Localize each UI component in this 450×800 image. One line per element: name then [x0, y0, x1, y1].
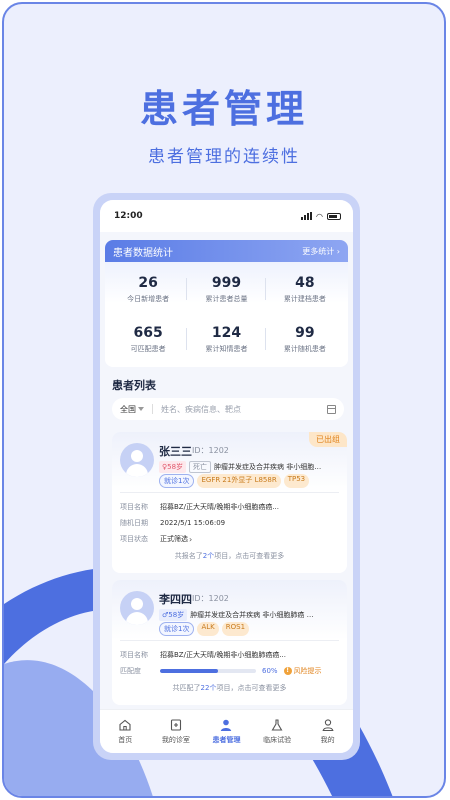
- flask-icon: [271, 719, 283, 731]
- region-select[interactable]: 全国: [120, 404, 144, 415]
- patient-stats-card: 患者数据统计 更多统计 › 26 今日新增患者 999 累计患者总量 48 累计建档患…: [105, 240, 348, 367]
- calendar-icon[interactable]: [327, 404, 336, 414]
- tab-patient-management[interactable]: 患者管理: [201, 710, 252, 753]
- search-input[interactable]: [161, 404, 327, 414]
- stat-item[interactable]: 665 可匹配患者: [109, 314, 188, 364]
- stat-label: 累计随机患者: [283, 344, 326, 353]
- bottom-tab-bar: 首页 我的诊室 患者管理 临床试验 我的: [100, 709, 353, 753]
- stat-value: 999: [211, 274, 242, 291]
- project-name-row: 项目名称 招募BZ/正大天晴/晚期非小细胞肺癌癌...: [120, 651, 286, 659]
- region-label: 全国: [120, 404, 136, 414]
- match-percent: 60%: [262, 667, 278, 675]
- age-badge: ♀58岁: [159, 461, 187, 473]
- stat-label: 累计患者总量: [205, 294, 248, 303]
- stat-item[interactable]: 26 今日新增患者: [109, 264, 188, 314]
- tab-profile[interactable]: 我的: [302, 710, 353, 753]
- patient-card[interactable]: 李四四 ID：1202 ♂58岁 肿瘤并发症及合并疾病 非小细胞肺癌 … 就诊1…: [112, 580, 347, 705]
- hero-title: 患者管理: [139, 87, 308, 131]
- stat-item[interactable]: 124 累计知情患者: [187, 314, 266, 364]
- stat-label: 可匹配患者: [130, 344, 166, 353]
- gene-tag: EGFR 21外显子 L858R: [197, 474, 281, 488]
- chevron-right-icon: ›: [189, 534, 193, 544]
- patient-icon: [221, 719, 232, 731]
- visit-tag: 就诊1次: [159, 474, 195, 488]
- match-label: 匹配度: [120, 667, 141, 675]
- match-progress-bar: [160, 669, 256, 673]
- gene-tag: ALK: [197, 622, 219, 636]
- patient-filter-bar: 全国: [112, 398, 344, 420]
- deceased-badge: 死亡: [189, 461, 212, 473]
- phone-screen: 12:00 ◠ 患者数据统计 更多统计 › 26 今日新增患者 999 累计患者总量…: [100, 200, 353, 753]
- battery-icon: [327, 212, 341, 220]
- patient-id: ID：1202: [192, 446, 229, 455]
- patient-list-title: 患者列表: [112, 379, 156, 392]
- stat-item[interactable]: 48 累计建档患者: [266, 264, 344, 314]
- stats-title: 患者数据统计: [113, 247, 173, 259]
- card-footer-link[interactable]: 共报名了2个项目，点击可查看更多: [112, 551, 347, 561]
- stat-item[interactable]: 999 累计患者总量: [187, 264, 266, 314]
- stat-value: 124: [211, 324, 242, 341]
- visit-tag: 就诊1次: [159, 622, 195, 636]
- stat-value: 26: [138, 274, 158, 291]
- status-badge: 已出组: [309, 432, 347, 447]
- diagnosis-text: 肿瘤并发症及合并疾病 非小细胞肺癌 …: [190, 611, 314, 619]
- stat-label: 今日新增患者: [127, 294, 170, 303]
- signal-icon: [301, 212, 313, 220]
- gene-tag: TP53: [283, 474, 310, 488]
- patient-id: ID：1202: [192, 594, 229, 603]
- patient-name: 李四四: [159, 593, 192, 606]
- wifi-icon: ◠: [316, 211, 323, 221]
- more-stats-link[interactable]: 更多统计 ›: [302, 246, 340, 257]
- project-name-row: 项目名称 招募BZ/正大天晴/晚期非小细胞癌癌...: [120, 503, 279, 511]
- phone-mockup: 12:00 ◠ 患者数据统计 更多统计 › 26 今日新增患者 999 累计患者总量…: [93, 193, 360, 760]
- divider: [152, 404, 153, 414]
- triangle-down-icon: [138, 407, 144, 411]
- hero-subtitle: 患者管理的连续性: [148, 147, 300, 167]
- avatar: [120, 591, 154, 625]
- stat-value: 48: [295, 274, 315, 291]
- stat-value: 665: [133, 324, 163, 341]
- patient-card[interactable]: 张三三 ID：1202 已出组 ♀58岁 死亡 肿瘤并发症及合并疾病 非小细胞……: [112, 432, 347, 573]
- avatar: [120, 443, 154, 477]
- card-footer-link[interactable]: 共匹配了22个项目，点击可查看更多: [112, 683, 347, 693]
- tab-clinic[interactable]: 我的诊室: [151, 710, 202, 753]
- status-time: 12:00: [114, 211, 143, 221]
- home-icon: [119, 719, 131, 731]
- age-badge: ♂58岁: [159, 609, 188, 621]
- risk-warning[interactable]: ! 风险提示: [283, 666, 322, 676]
- clinic-icon: [170, 719, 181, 731]
- stat-item[interactable]: 99 累计随机患者: [266, 314, 344, 364]
- stat-label: 累计知情患者: [205, 344, 248, 353]
- gene-tag: ROS1: [221, 622, 250, 636]
- status-bar: 12:00 ◠: [100, 200, 353, 232]
- stat-label: 累计建档患者: [283, 294, 326, 303]
- tab-clinical-trials[interactable]: 临床试验: [252, 710, 303, 753]
- patient-name: 张三三: [159, 445, 192, 458]
- project-status-row[interactable]: 项目状态 正式筛选 ›: [112, 531, 347, 547]
- random-date-row: 随机日期 2022/5/1 15:06:09: [120, 519, 226, 527]
- warning-icon: !: [283, 667, 292, 675]
- profile-icon: [322, 719, 334, 732]
- match-row: 匹配度 60% ! 风险提示: [112, 663, 347, 679]
- diagnosis-text: 肿瘤并发症及合并疾病 非小细胞…: [214, 463, 322, 471]
- stat-value: 99: [295, 324, 315, 341]
- tab-home[interactable]: 首页: [100, 710, 151, 753]
